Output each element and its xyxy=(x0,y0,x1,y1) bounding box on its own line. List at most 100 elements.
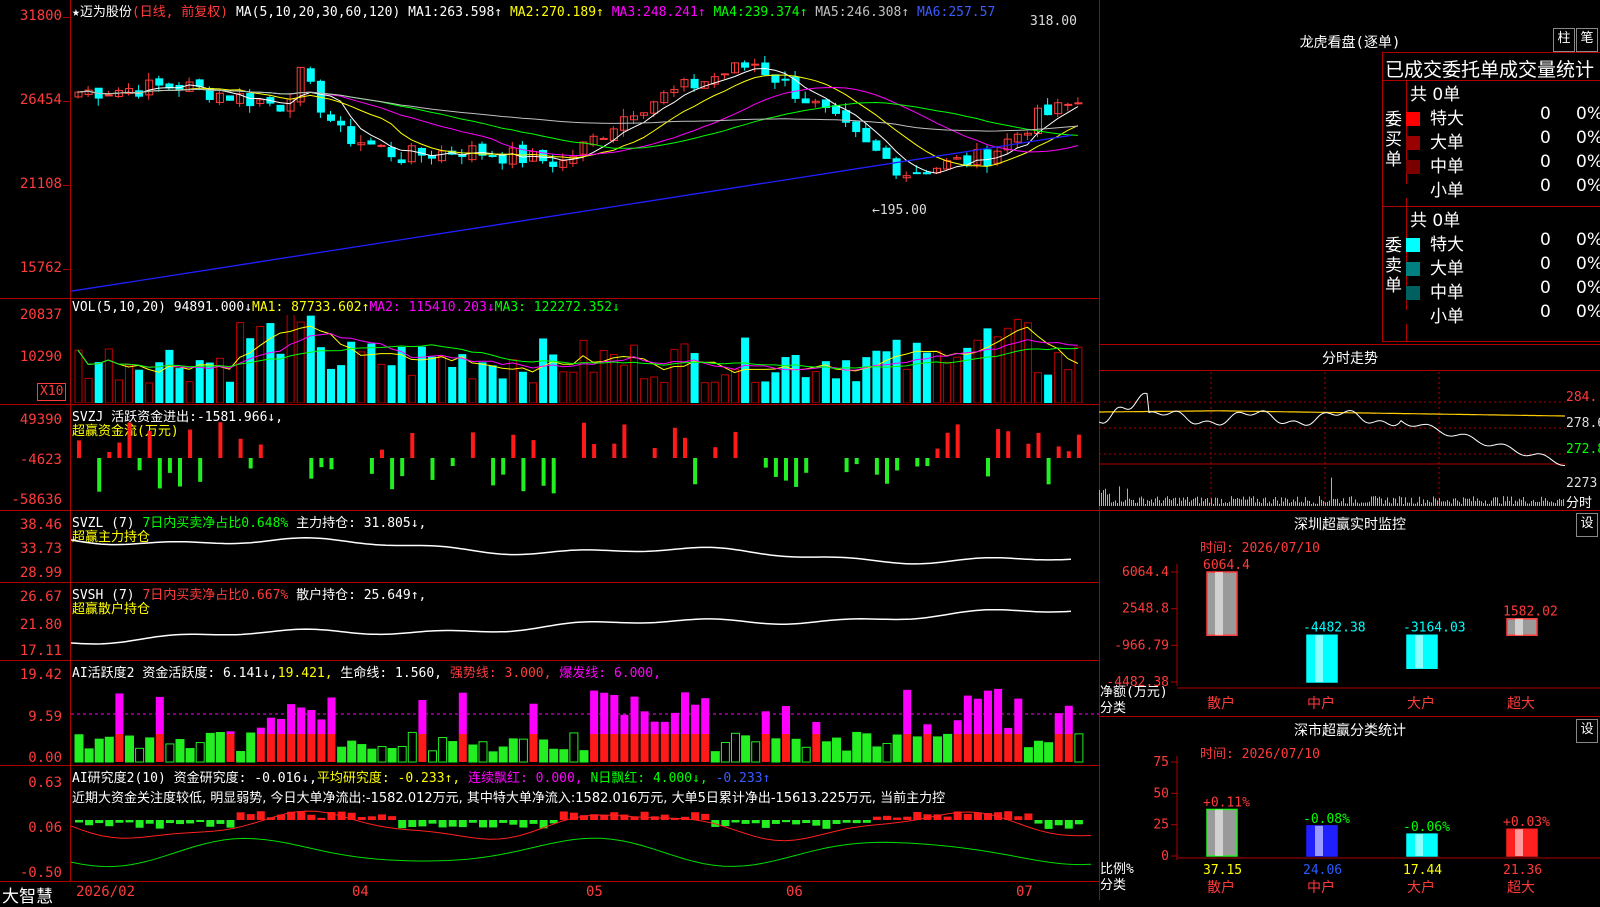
intraday-volume-bar xyxy=(1523,496,1524,506)
buy-row-label: 特大 xyxy=(1430,109,1464,129)
activity-bar xyxy=(387,747,397,763)
volume-bar xyxy=(892,339,901,403)
intraday-volume-bar xyxy=(1113,501,1114,506)
intraday-volume-bar xyxy=(1505,501,1506,506)
sell-row-count: 0 xyxy=(1540,302,1551,322)
activity-bar-top xyxy=(600,692,609,734)
buy-row-1: 大单 0 0% xyxy=(1406,128,1600,153)
research-bar xyxy=(872,816,881,820)
fund-flow-bar xyxy=(258,444,263,458)
svzl-chart[interactable] xyxy=(71,524,1099,580)
bar-mode-button[interactable]: 柱 xyxy=(1553,28,1575,52)
intraday-volume-bar xyxy=(1453,498,1454,506)
intraday-volume-bar xyxy=(1249,496,1250,506)
candle-body xyxy=(498,154,507,164)
fund-flow-bar xyxy=(683,437,687,458)
sz-monitor-settings-button[interactable]: 设 xyxy=(1576,513,1598,537)
svzj-chart[interactable] xyxy=(71,418,1099,508)
activity-bar xyxy=(943,733,953,763)
volume-bar xyxy=(710,381,719,403)
intraday-volume-bar xyxy=(1311,503,1312,506)
intraday-volume-bar xyxy=(1125,499,1126,506)
intraday-volume-bar xyxy=(1391,503,1392,506)
activity-bar xyxy=(892,734,902,763)
activity-bar xyxy=(751,741,761,763)
bar-value-label: 17.44 xyxy=(1403,863,1442,878)
activity-bar-top xyxy=(115,693,124,734)
bar-highlight xyxy=(1415,834,1423,856)
intraday-volume-bar xyxy=(1189,502,1190,506)
activity-bar-base xyxy=(701,734,710,762)
intraday-volume-bar xyxy=(1147,500,1148,506)
intraday-volume-bar xyxy=(1325,502,1326,506)
main-y-tick-1: 26454 xyxy=(19,92,62,108)
activity-bar-base xyxy=(670,734,679,762)
bar-highlight xyxy=(1215,809,1223,856)
intraday-volume-bar xyxy=(1163,500,1164,506)
candle-body xyxy=(599,137,608,140)
research-bar xyxy=(458,820,467,828)
volume-chart[interactable] xyxy=(71,315,1099,403)
candlestick-chart[interactable] xyxy=(71,18,1099,298)
ai-research-chart[interactable] xyxy=(71,800,1099,880)
intraday-volume-bar xyxy=(1435,498,1436,506)
intraday-volume-bar xyxy=(1361,502,1362,506)
volume-bar xyxy=(791,355,800,403)
sz-stats-chart[interactable]: 75 50 25 0 37.15 +0.11% 散户 24.06 -0.08% 中户 17.44 -0… xyxy=(1099,756,1600,900)
volume-bar xyxy=(630,344,638,403)
fund-flow-bar xyxy=(470,432,475,458)
candle-body xyxy=(720,73,729,76)
activity-bar-top xyxy=(287,704,296,734)
fund-flow-bar xyxy=(188,429,193,458)
intraday-volume-bar xyxy=(1187,496,1188,506)
activity-bar-top xyxy=(1064,705,1073,734)
intraday-volume-bar xyxy=(1455,498,1456,506)
sell-color-swatch xyxy=(1406,286,1420,300)
activity-bar xyxy=(933,736,942,763)
pen-mode-button[interactable]: 笔 xyxy=(1576,28,1598,52)
research-bar xyxy=(145,820,154,824)
fund-flow-bar xyxy=(612,443,617,458)
bar-change-label: -0.06% xyxy=(1403,820,1450,835)
activity-bar xyxy=(559,749,569,763)
intraday-volume-bar xyxy=(1545,498,1546,506)
category-label: 超大 xyxy=(1507,696,1535,712)
intraday-volume-bar xyxy=(1211,498,1212,506)
research-bar xyxy=(256,811,265,820)
sz-monitor-xlabel: 分类 xyxy=(1100,701,1127,716)
category-label: 超大 xyxy=(1507,880,1535,896)
intraday-volume-bar xyxy=(1387,497,1388,506)
y-tick-label: 25 xyxy=(1153,818,1169,833)
activity-bar xyxy=(478,741,488,763)
fund-flow-bar xyxy=(925,458,930,467)
volume-bar xyxy=(407,374,416,403)
ai-active-chart[interactable] xyxy=(71,674,1099,764)
volume-bar xyxy=(458,354,467,403)
category-label: 大户 xyxy=(1407,879,1435,896)
intraday-volume-bar xyxy=(1437,500,1438,506)
research-bar xyxy=(418,820,427,827)
category-label: 中户 xyxy=(1307,695,1335,712)
intraday-volume-bar xyxy=(1549,502,1550,506)
volume-bar xyxy=(367,343,376,403)
intraday-chart[interactable] xyxy=(1099,372,1565,508)
volume-bar xyxy=(872,350,881,403)
volume-bar xyxy=(922,352,931,403)
candle-body xyxy=(518,144,527,164)
research-bar xyxy=(438,820,447,828)
volume-bar xyxy=(387,365,396,403)
activity-bar-base xyxy=(953,734,962,762)
activity-bar-base xyxy=(640,734,649,762)
research-bar xyxy=(963,813,972,820)
sz-stats-xlabel: 分类 xyxy=(1100,878,1127,893)
ai-research-a: 资金研究度: -0.016↓, xyxy=(173,771,317,786)
svsh-chart[interactable] xyxy=(71,598,1099,658)
buy-row-0: 特大 0 0% xyxy=(1406,104,1600,129)
sz-stats-settings-button[interactable]: 设 xyxy=(1576,719,1598,743)
research-bar xyxy=(660,814,669,820)
sz-monitor-chart[interactable]: 6064.42548.8-966.79-4482.386064.4散户-4482… xyxy=(1099,552,1600,722)
activity-bar-base xyxy=(963,734,972,762)
research-bar xyxy=(357,816,366,820)
dragon-tiger-tabs[interactable]: 已成交委托单成交量统计 xyxy=(1385,55,1600,82)
activity-bar xyxy=(175,739,185,763)
